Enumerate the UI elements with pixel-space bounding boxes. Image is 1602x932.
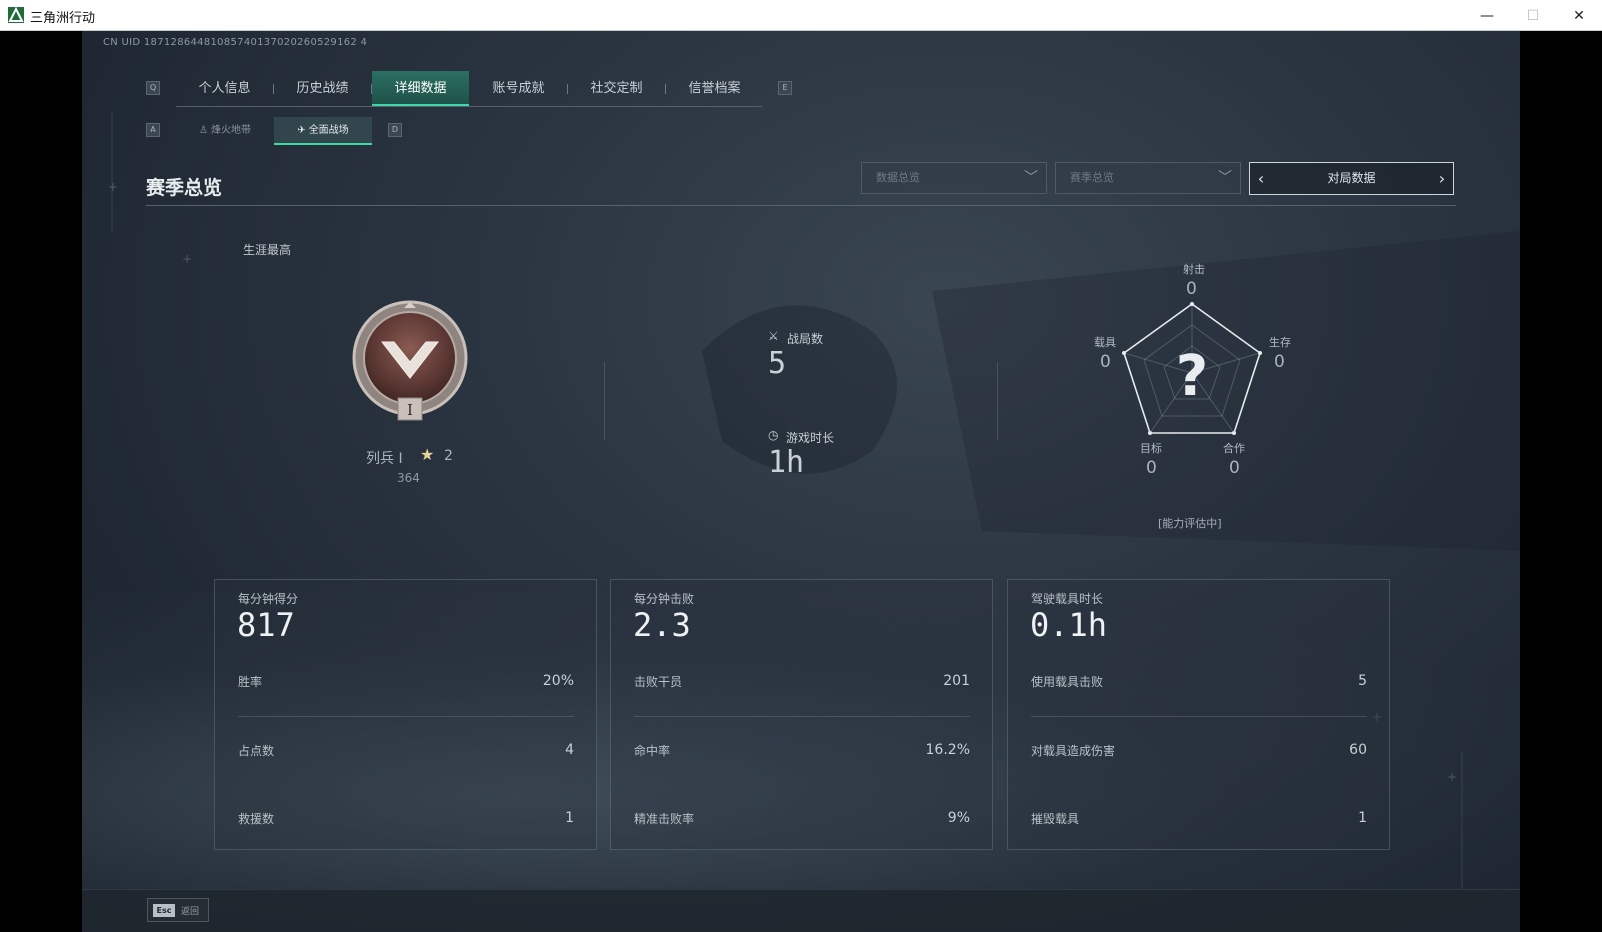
radar-value-vehicle: 0	[1100, 352, 1111, 372]
close-button[interactable]: ✕	[1556, 0, 1602, 31]
svg-text:+: +	[182, 252, 192, 266]
card-title: 每分钟得分	[238, 592, 299, 606]
svg-text:I: I	[407, 401, 413, 419]
matches-value: 5	[768, 346, 787, 381]
tab-match-history[interactable]: 历史战绩	[274, 71, 371, 106]
crossed-swords-icon: ⚔	[768, 329, 779, 343]
row-value: 5	[1358, 673, 1367, 689]
row-label: 胜率	[238, 675, 263, 689]
back-button[interactable]: Esc 返回	[147, 898, 209, 922]
prev-arrow-icon[interactable]: ‹	[1250, 163, 1272, 194]
data-type-dropdown[interactable]: 数据总览 ﹀	[861, 162, 1047, 194]
tab-reputation[interactable]: 信誉档案	[666, 71, 763, 106]
app-logo-icon	[8, 7, 24, 23]
card-value: 0.1h	[1030, 606, 1108, 644]
row-value: 201	[943, 673, 970, 689]
row-label: 占点数	[238, 744, 275, 758]
maximize-button[interactable]: ☐	[1510, 0, 1556, 31]
svg-text:+: +	[108, 180, 118, 194]
radar-value-teamwork: 0	[1229, 458, 1240, 478]
radar-value-objective: 0	[1146, 458, 1157, 478]
tab-personal-info[interactable]: 个人信息	[176, 71, 273, 106]
radar-label-teamwork: 合作	[1223, 442, 1245, 455]
next-arrow-icon[interactable]: ›	[1431, 163, 1453, 194]
row-label: 击败干员	[634, 675, 683, 689]
matches-label: 战局数	[787, 332, 824, 346]
tower-icon: ♙	[199, 125, 208, 136]
rank-badge-icon: I	[350, 300, 470, 425]
row-value: 1	[1358, 810, 1367, 826]
row-label: 精准击败率	[634, 812, 695, 826]
tab-achievements[interactable]: 账号成就	[470, 71, 567, 106]
pager-label: 对局数据	[1327, 171, 1376, 185]
chevron-down-icon: ﹀	[1024, 170, 1038, 186]
rank-stars: 2	[444, 448, 453, 464]
minimize-button[interactable]: —	[1464, 0, 1510, 31]
radar-label-objective: 目标	[1140, 442, 1162, 455]
radar-label-vehicle: 载具	[1094, 336, 1116, 349]
stat-card-score: 每分钟得分 817 胜率 20% 占点数 4 救援数 1	[214, 579, 597, 850]
key-hint-a: A	[146, 123, 160, 137]
row-label: 摧毁载具	[1031, 812, 1080, 826]
key-hint-e: E	[778, 81, 792, 95]
tab-detailed-data[interactable]: 详细数据	[372, 71, 469, 106]
row-value: 60	[1349, 742, 1367, 758]
back-label: 返回	[181, 907, 200, 917]
subtab-hazard-zone[interactable]: ♙ 烽火地带	[176, 117, 274, 145]
rank-name: 列兵 I	[366, 451, 403, 467]
row-value: 20%	[542, 673, 574, 689]
card-title: 每分钟击败	[634, 592, 695, 606]
window-title: 三角洲行动	[30, 11, 96, 26]
game-window: 三角洲行动 — ☐ ✕ + + + + CN UID 1871286448108…	[0, 0, 1602, 932]
stat-card-kills: 每分钟击败 2.3 击败干员 201 命中率 16.2% 精准击败率 9%	[610, 579, 993, 850]
row-value: 16.2%	[925, 742, 970, 758]
card-value: 817	[237, 606, 295, 644]
row-label: 命中率	[634, 744, 671, 758]
row-divider	[238, 716, 574, 717]
row-divider	[634, 716, 970, 717]
subtab-warfare[interactable]: ✈ 全面战场	[274, 117, 372, 145]
row-label: 对载具造成伤害	[1031, 744, 1116, 758]
tab-social[interactable]: 社交定制	[568, 71, 665, 106]
star-icon: ★	[420, 445, 435, 464]
rank-points: 364	[397, 471, 420, 485]
radar-label-shooting: 射击	[1183, 263, 1205, 276]
section-title: 赛季总览	[146, 177, 223, 199]
season-dropdown[interactable]: 赛季总览 ﹀	[1055, 162, 1241, 194]
card-title: 驾驶载具时长	[1031, 592, 1104, 606]
radar-label-survival: 生存	[1269, 336, 1291, 349]
key-hint-d: D	[388, 123, 402, 137]
wing-icon: ✈	[297, 125, 306, 136]
clock-icon: ◷	[768, 428, 779, 442]
chevron-down-icon: ﹀	[1218, 170, 1232, 186]
row-divider	[1031, 716, 1367, 717]
radar-value-survival: 0	[1274, 352, 1285, 372]
title-bar: 三角洲行动 — ☐ ✕	[0, 0, 1602, 31]
section-divider	[146, 205, 1456, 206]
row-label: 救援数	[238, 812, 275, 826]
radar-status-note: [能力评估中]	[1158, 517, 1222, 530]
radar-value-shooting: 0	[1186, 279, 1197, 299]
row-value: 1	[565, 810, 574, 826]
row-value: 9%	[947, 810, 970, 826]
stat-card-vehicle: 驾驶载具时长 0.1h 使用载具击败 5 对载具造成伤害 60 摧毁载具 1	[1007, 579, 1390, 850]
footer-bar	[82, 889, 1520, 932]
radar-center-mark: ?	[1176, 344, 1208, 409]
career-best-label: 生涯最高	[243, 243, 292, 257]
column-divider	[604, 362, 605, 440]
playtime-label: 游戏时长	[786, 431, 835, 445]
esc-key-hint: Esc	[153, 904, 175, 917]
main-tabs: 个人信息 历史战绩 详细数据 账号成就 社交定制 信誉档案	[176, 71, 762, 107]
uid-text: CN UID 18712864481085740137020260529162 …	[103, 37, 368, 48]
playtime-value: 1h	[768, 445, 805, 480]
mode-tabs: ♙ 烽火地带 ✈ 全面战场	[176, 117, 372, 145]
key-hint-q: Q	[146, 81, 160, 95]
data-pager: ‹ 对局数据 ›	[1249, 162, 1454, 195]
card-value: 2.3	[633, 606, 691, 644]
row-value: 4	[565, 742, 574, 758]
row-label: 使用载具击败	[1031, 675, 1104, 689]
column-divider	[997, 362, 998, 440]
